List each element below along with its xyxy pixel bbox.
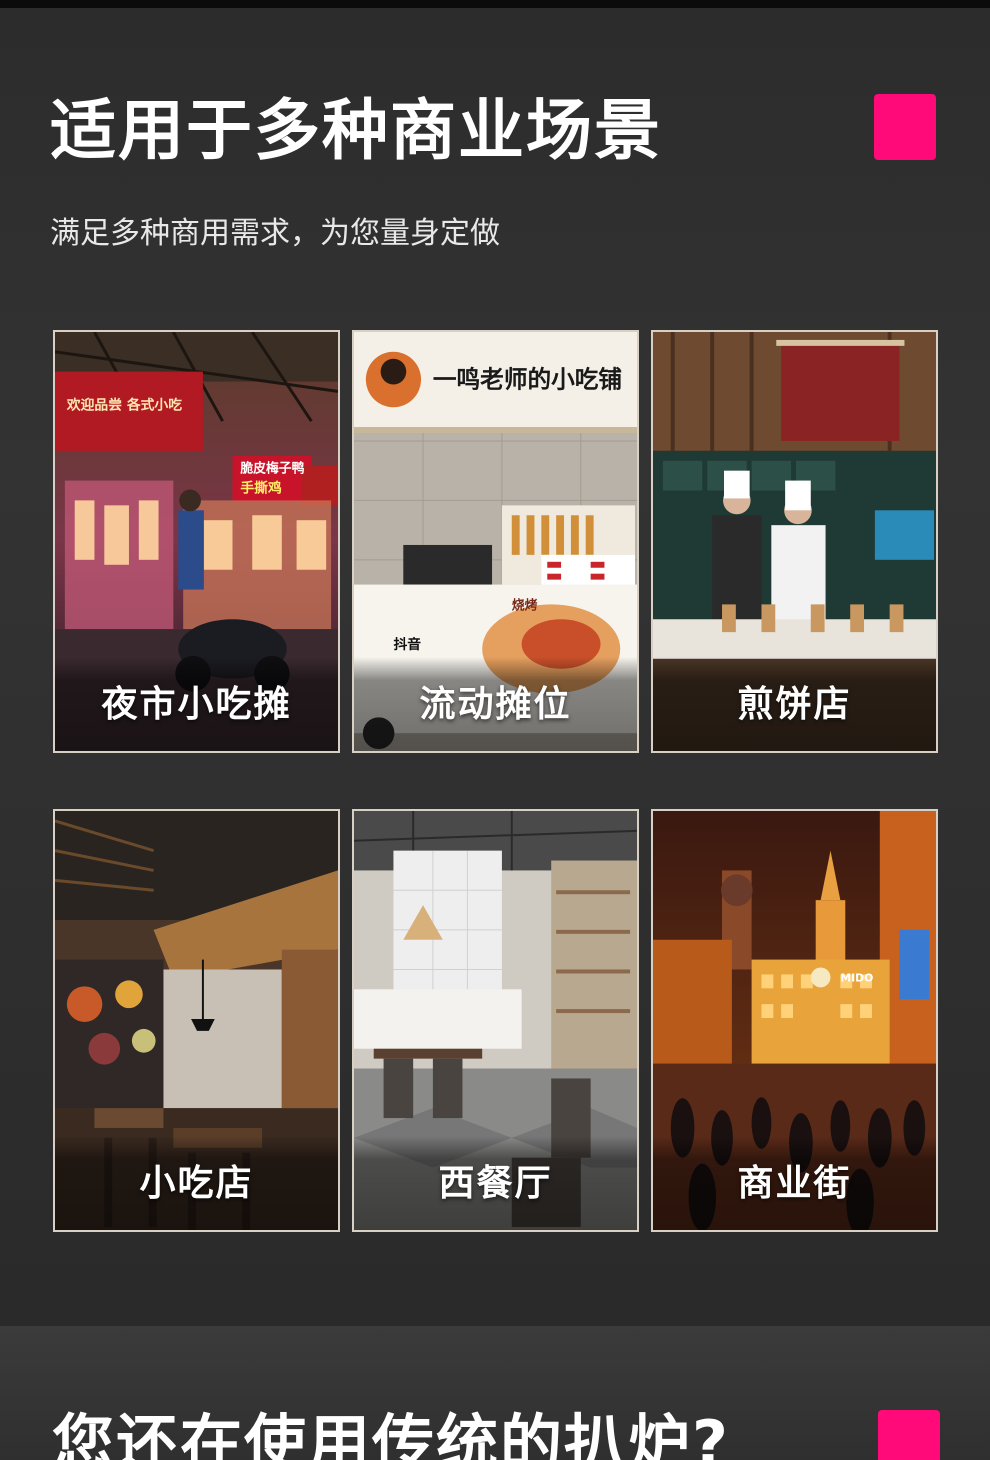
card-label: 西餐厅 <box>438 1163 553 1204</box>
scenario-card-snack-shop[interactable]: 小吃店 <box>53 809 340 1232</box>
accent-square-decoration <box>874 94 936 160</box>
section-2-title: 您还在使用传统的扒炉? <box>52 1407 730 1460</box>
signage-text: 手撕鸡 <box>240 479 282 496</box>
scenario-card-western-restaurant[interactable]: 西餐厅 <box>352 809 639 1232</box>
card-label: 煎饼店 <box>737 684 852 725</box>
card-label: 小吃店 <box>139 1163 254 1204</box>
scenario-card-pancake-shop[interactable]: 煎饼店 <box>651 330 938 753</box>
accent-square-decoration-2 <box>878 1410 940 1460</box>
stall-banner-text: 一鸣老师的小吃铺 <box>433 365 622 393</box>
section-subtitle: 满足多种商用需求，为您量身定做 <box>50 216 500 251</box>
card-label: 流动摊位 <box>419 684 572 725</box>
signage-text: 脆皮梅子鸭 <box>239 461 304 477</box>
douyin-logo-text: 抖音 <box>393 636 421 653</box>
scenario-card-night-market[interactable]: 脆皮梅子鸭 手撕鸡 欢迎品尝 各式小吃 夜市小吃摊 <box>53 330 340 753</box>
scenario-card-mobile-stall[interactable]: 一鸣老师的小吃铺 抖音 烧烤 流动摊位 <box>352 330 639 753</box>
stall-side-text: 烧烤 <box>512 597 538 613</box>
card-label: 夜市小吃摊 <box>101 684 292 725</box>
top-strip <box>0 0 990 8</box>
section-title: 适用于多种商业场景 <box>50 92 662 169</box>
storefront-sign-text: MIDO <box>840 971 873 984</box>
signage-text: 欢迎品尝 各式小吃 <box>66 396 182 413</box>
card-label: 商业街 <box>737 1163 852 1204</box>
scenario-card-commercial-street[interactable]: MIDO 商业街 <box>651 809 938 1232</box>
